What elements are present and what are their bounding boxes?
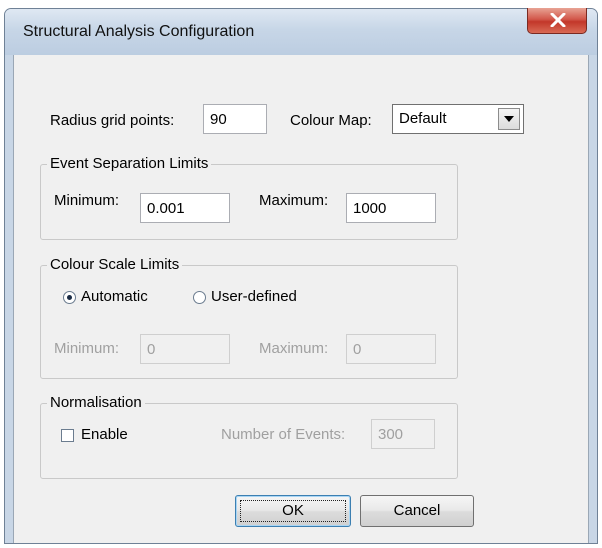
scale-min-label: Minimum:: [54, 340, 120, 357]
dropdown-button[interactable]: [498, 108, 520, 130]
radio-selected-dot: [67, 295, 72, 300]
dialog-window: Structural Analysis Configuration Radius…: [4, 8, 598, 544]
event-max-input[interactable]: 1000: [346, 193, 436, 223]
user-defined-label[interactable]: User-defined: [211, 288, 297, 305]
title-bar[interactable]: Structural Analysis Configuration: [5, 8, 597, 55]
colour-map-value: Default: [399, 110, 447, 127]
cancel-label: Cancel: [393, 502, 441, 519]
automatic-label[interactable]: Automatic: [81, 288, 148, 305]
enable-label[interactable]: Enable: [81, 426, 128, 443]
event-min-label: Minimum:: [54, 192, 120, 209]
radius-label: Radius grid points:: [50, 112, 175, 129]
enable-checkbox[interactable]: [61, 429, 74, 442]
radius-input[interactable]: 90: [203, 104, 267, 134]
scale-max-input[interactable]: 0: [346, 334, 436, 364]
focus-rectangle: [240, 500, 346, 522]
event-max-label: Maximum:: [259, 192, 329, 209]
events-label: Number of Events:: [221, 426, 346, 443]
event-separation-title: Event Separation Limits: [47, 155, 212, 172]
dialog-client-area: Radius grid points: 90 Colour Map: Defau…: [13, 55, 589, 543]
close-button[interactable]: [527, 8, 587, 34]
chevron-down-icon: [504, 116, 514, 122]
cancel-button[interactable]: Cancel: [360, 495, 474, 527]
automatic-radio[interactable]: [63, 291, 76, 304]
colour-map-label: Colour Map:: [290, 112, 372, 129]
close-icon: [550, 13, 566, 27]
colour-scale-title: Colour Scale Limits: [47, 256, 183, 273]
scale-max-label: Maximum:: [259, 340, 329, 357]
event-min-input[interactable]: 0.001: [140, 193, 230, 223]
scale-min-input[interactable]: 0: [140, 334, 230, 364]
colour-map-select[interactable]: Default: [392, 104, 524, 134]
window-title: Structural Analysis Configuration: [23, 23, 255, 40]
normalisation-title: Normalisation: [47, 394, 145, 411]
user-defined-radio[interactable]: [193, 291, 206, 304]
events-input[interactable]: 300: [371, 419, 435, 449]
ok-button[interactable]: OK: [235, 495, 351, 527]
